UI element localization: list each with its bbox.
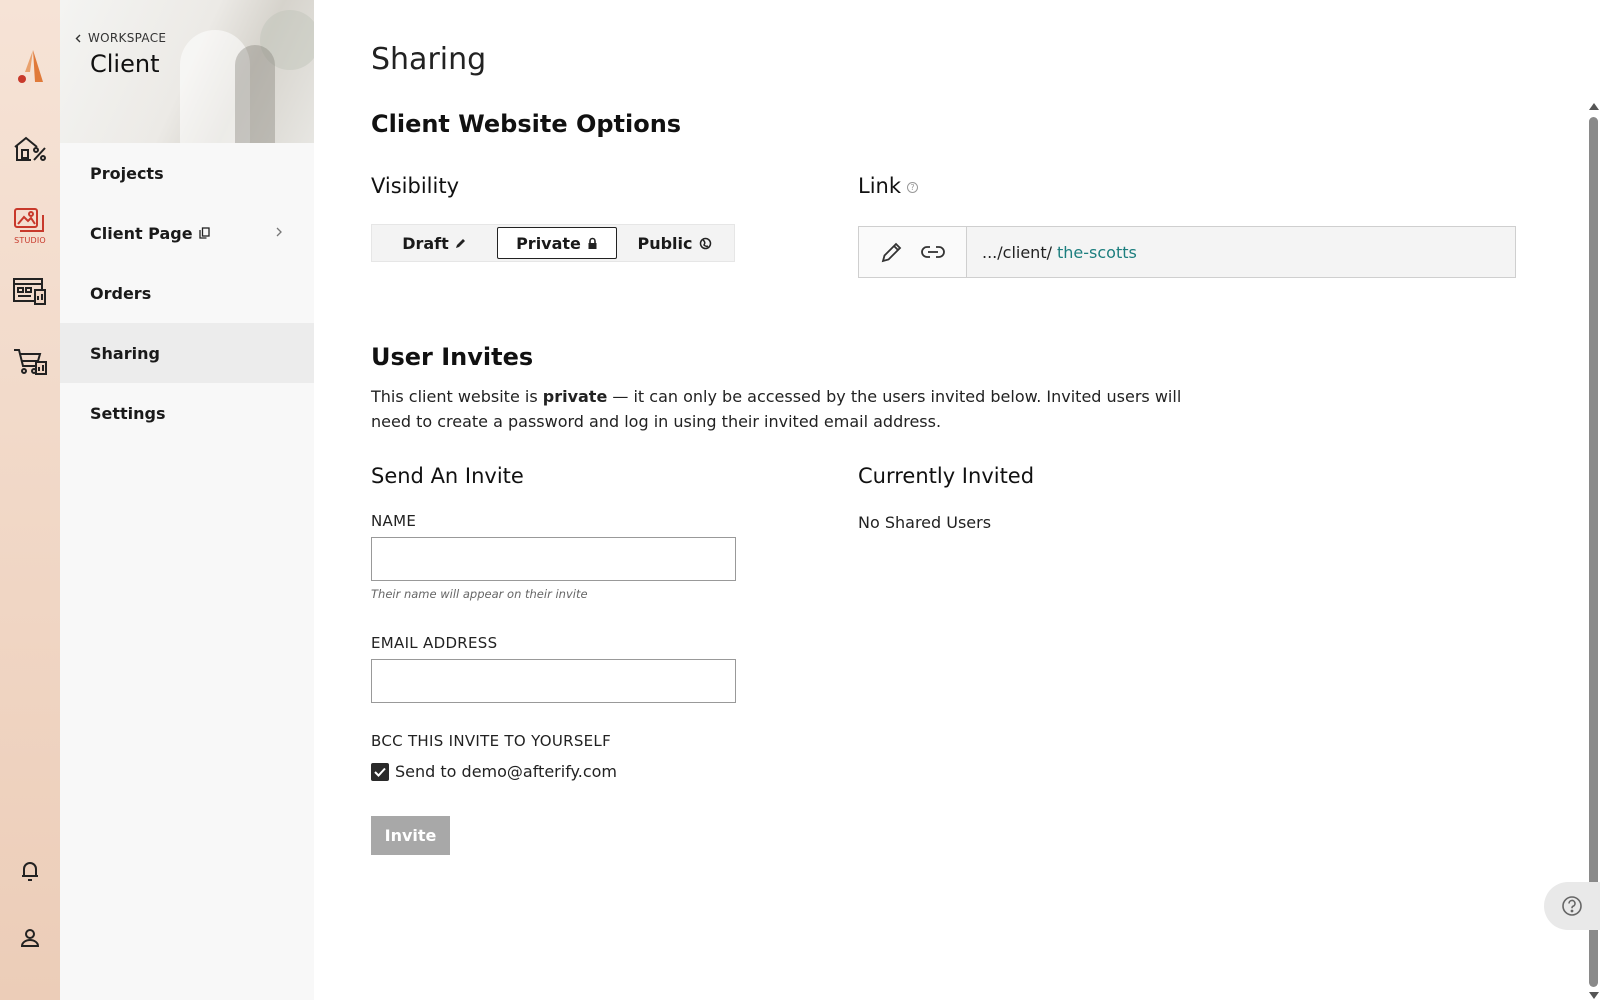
email-label: EMAIL ADDRESS	[371, 634, 498, 652]
help-icon[interactable]: ?	[907, 181, 919, 193]
question-icon	[1562, 896, 1582, 916]
link-heading: Link?	[858, 174, 919, 198]
sidebar-item-projects[interactable]: Projects	[60, 143, 314, 203]
lock-icon	[588, 237, 597, 249]
sidebar-item-orders[interactable]: Orders	[60, 263, 314, 323]
header-photo-figure	[235, 45, 275, 143]
main-content: Sharing Client Website Options Visibilit…	[314, 0, 1584, 1000]
afterify-logo-icon[interactable]	[0, 48, 60, 84]
link-heading-label: Link	[858, 174, 902, 198]
pencil-icon	[455, 239, 465, 248]
no-shared-users-text: No Shared Users	[858, 513, 992, 532]
name-input[interactable]	[371, 537, 736, 581]
sidebar-item-label: Settings	[90, 403, 166, 423]
visibility-toggle: Draft Private Public	[371, 224, 735, 262]
bcc-checkbox[interactable]	[371, 762, 389, 781]
sidebar-item-label: Projects	[90, 163, 164, 183]
dashboard-icon[interactable]	[0, 276, 60, 306]
sidebar-item-label: Orders	[90, 283, 152, 303]
link-field: .../client/the-scotts	[858, 226, 1516, 278]
user-invites-heading: User Invites	[371, 343, 534, 371]
user-icon[interactable]	[0, 928, 60, 948]
visibility-heading: Visibility	[371, 174, 460, 198]
visibility-draft-button[interactable]: Draft	[372, 227, 497, 259]
privacy-description: This client website is private — it can …	[371, 384, 1221, 434]
icon-rail: STUDIO	[0, 0, 60, 1000]
back-to-workspace-link[interactable]: WORKSPACE	[75, 31, 166, 45]
copy-icon	[198, 227, 210, 239]
send-invite-heading: Send An Invite	[371, 464, 524, 488]
globe-icon	[699, 237, 711, 249]
chevron-left-icon	[75, 34, 81, 42]
copy-link-button[interactable]	[920, 244, 946, 260]
draft-label: Draft	[402, 233, 449, 253]
cart-chart-icon[interactable]	[0, 346, 60, 376]
scrollbar-thumb[interactable]	[1589, 117, 1598, 987]
help-button[interactable]	[1544, 882, 1600, 930]
email-input[interactable]	[371, 659, 736, 703]
sidebar-title: Client	[90, 50, 160, 78]
page-title: Sharing	[371, 42, 487, 77]
link-url-prefix: .../client/	[982, 242, 1052, 262]
name-label: NAME	[371, 512, 417, 530]
invite-button[interactable]: Invite	[371, 816, 450, 855]
sidebar-item-label: Sharing	[90, 343, 160, 363]
currently-invited-heading: Currently Invited	[858, 464, 1035, 488]
sidebar-item-label: Client Page	[90, 223, 193, 243]
bcc-label: BCC THIS INVITE TO YOURSELF	[371, 732, 612, 750]
studio-gallery-icon[interactable]: STUDIO	[0, 206, 60, 245]
chevron-right-icon	[276, 227, 282, 237]
options-heading: Client Website Options	[371, 110, 682, 138]
link-tools	[859, 227, 967, 277]
bcc-checkbox-row[interactable]: Send to demo@afterify.com	[371, 762, 617, 781]
home-percent-icon[interactable]	[0, 134, 60, 164]
bell-icon[interactable]	[0, 860, 60, 882]
public-label: Public	[637, 233, 693, 253]
checkmark-icon	[374, 767, 386, 777]
sidebar-item-sharing[interactable]: Sharing	[60, 323, 314, 383]
desc-text: This client website is	[371, 387, 543, 406]
link-slug: the-scotts	[1056, 242, 1137, 262]
link-url[interactable]: .../client/the-scotts	[967, 227, 1137, 277]
desc-bold: private	[542, 387, 608, 406]
visibility-private-button[interactable]: Private	[497, 227, 617, 259]
link-icon	[920, 246, 945, 258]
private-label: Private	[516, 233, 581, 253]
sidebar: WORKSPACE Client Projects Client Page Or…	[60, 0, 314, 1000]
sidebar-header: WORKSPACE Client	[60, 0, 314, 143]
scroll-down-arrow[interactable]	[1589, 992, 1599, 999]
bcc-checkbox-label: Send to demo@afterify.com	[395, 762, 617, 781]
name-hint: Their name will appear on their invite	[371, 587, 588, 601]
scroll-up-arrow[interactable]	[1589, 103, 1599, 110]
sidebar-item-settings[interactable]: Settings	[60, 383, 314, 443]
visibility-public-button[interactable]: Public	[617, 227, 732, 259]
back-link-label: WORKSPACE	[88, 31, 167, 45]
studio-caption: STUDIO	[14, 236, 46, 245]
edit-link-button[interactable]	[880, 240, 904, 264]
pencil-icon	[881, 242, 901, 263]
sidebar-item-client-page[interactable]: Client Page	[60, 203, 314, 263]
